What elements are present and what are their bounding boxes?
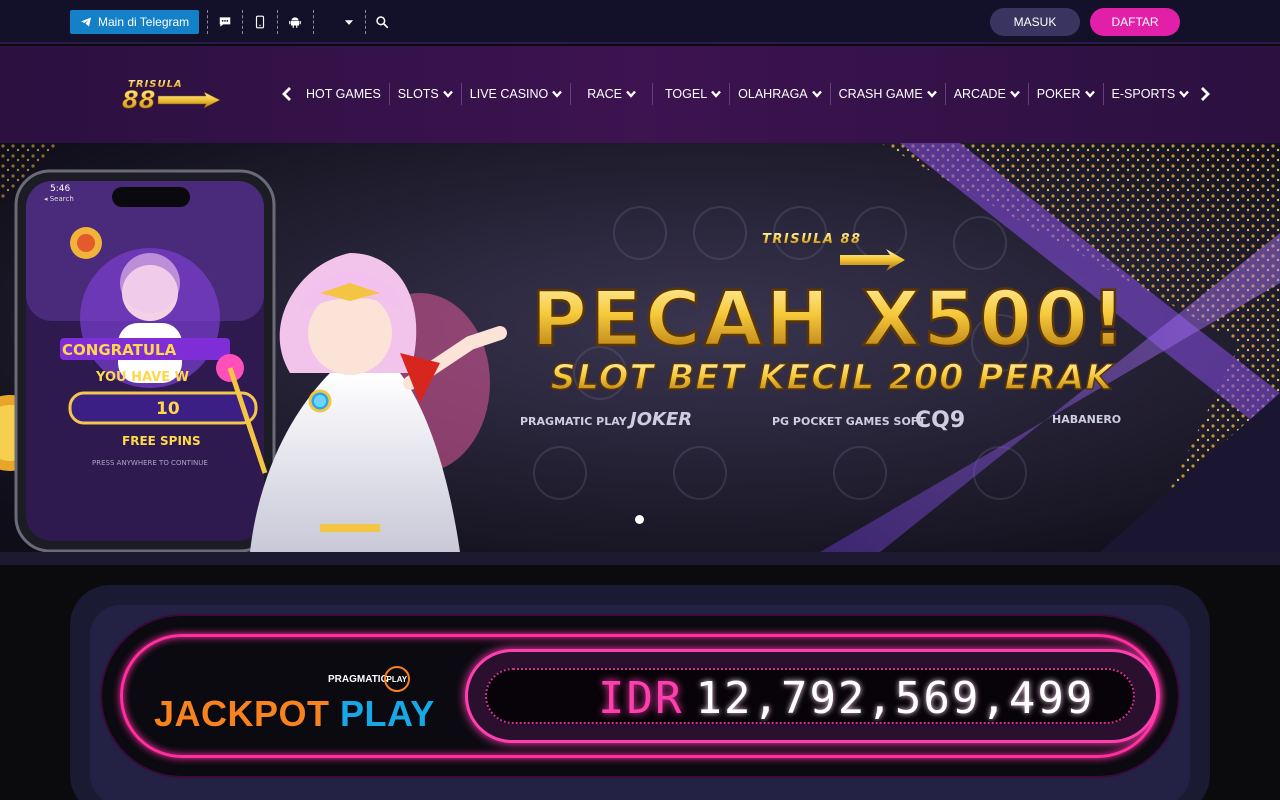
nav-item-label: OLAHRAGA [738,87,808,101]
chevron-down-icon [626,90,636,98]
divider [207,10,208,34]
chevron-down-icon [811,90,822,98]
nav-item-label: E-SPORTS [1111,87,1176,101]
provider-logo-pragmatic: PRAGMATIC PLAY [520,415,628,428]
telegram-icon [81,17,91,27]
top-bar: Main di Telegram MASUK DAFTAR [0,0,1280,44]
android-icon[interactable] [285,12,305,32]
nav-item-olahraga[interactable]: OLAHRAGA [730,83,831,105]
svg-text:88: 88 [122,86,155,114]
mobile-icon[interactable] [250,12,270,32]
banner-divider [0,552,1280,565]
chevron-down-icon [1084,90,1095,98]
provider-logo-cq9: CQ9 [915,408,965,433]
chevron-down-icon [442,90,453,98]
jackpot-title-part2: PLAY [340,693,435,734]
nav-item-live-casino[interactable]: LIVE CASINO [462,83,572,105]
nav-item-hot-games[interactable]: HOT GAMES [298,83,390,105]
nav-item-togel[interactable]: TOGEL [653,83,731,105]
nav-menu: HOT GAMES SLOTS LIVE CASINO RACE TOGEL O… [298,76,1197,112]
pragmatic-badge-ring: PLAY [383,666,410,692]
phone-time: 5:46 [50,184,70,194]
nav-item-e-sports[interactable]: E-SPORTS [1104,83,1198,105]
phone-free-spins-text: FREE SPINS [122,434,201,448]
chevron-down-icon [1179,90,1190,98]
nav-item-label: LIVE CASINO [469,87,549,101]
phone-back-label: ◂ Search [44,195,74,203]
nav-item-arcade[interactable]: ARCADE [946,83,1029,105]
pragmatic-badge-text: PRAGMATIC [328,673,388,685]
jackpot-title: JACKPOT PLAY [154,693,435,735]
jackpot-amount: IDR 12,792,569,499 [598,673,1094,724]
divider [277,10,278,34]
pragmatic-play-badge: PRAGMATIC PLAY [328,666,410,692]
banner-headline: PECAH X500! [531,274,1128,363]
phone-you-have-text: YOU HAVE W [95,370,189,385]
provider-logo-joker: JOKER [627,409,692,430]
banner-subheadline: SLOT BET KECIL 200 PERAK [551,358,1116,398]
login-button[interactable]: MASUK [990,8,1080,36]
nav-item-race[interactable]: RACE [571,83,654,105]
jackpot-currency: IDR [598,673,684,724]
nav-item-slots[interactable]: SLOTS [390,83,462,105]
search-icon[interactable] [372,12,392,32]
nav-item-poker[interactable]: POKER [1029,83,1104,105]
chat-icon[interactable] [215,12,235,32]
nav-item-label: CRASH GAME [838,87,923,101]
dropdown-icon[interactable] [339,12,359,32]
nav-item-label: RACE [587,87,623,101]
divider [365,10,366,34]
phone-congrats-text: CONGRATULA [62,341,177,359]
jackpot-title-part1: JACKPOT [154,693,330,734]
divider [242,10,243,34]
promo-banner[interactable]: 5:46 ◂ Search CONGRATULA YOU HAVE W 10 F… [0,143,1280,552]
banner-artwork: 5:46 ◂ Search CONGRATULA YOU HAVE W 10 F… [0,143,1280,552]
site-logo[interactable]: TRISULA 88 [118,74,222,114]
chevron-down-icon [552,90,563,98]
nav-item-label: SLOTS [397,87,439,101]
nav-next-arrow-icon[interactable] [1198,84,1212,104]
nav-item-label: TOGEL [665,87,708,101]
chevron-down-icon [926,90,937,98]
nav-item-label: ARCADE [953,87,1006,101]
main-nav: TRISULA 88 HOT GAMES SLOTS LIVE CASINO R… [0,46,1280,143]
jackpot-value: 12,792,569,499 [695,673,1095,724]
carousel-dot[interactable] [635,515,644,524]
nav-prev-arrow-icon[interactable] [280,84,294,104]
banner-brand: TRISULA 88 [762,232,862,247]
phone-press-anywhere-text: PRESS ANYWHERE TO CONTINUE [92,459,208,467]
nav-item-label: HOT GAMES [306,87,381,101]
nav-item-crash-game[interactable]: CRASH GAME [831,83,946,105]
telegram-button[interactable]: Main di Telegram [70,10,200,34]
chevron-down-icon [711,90,722,98]
phone-spins-number: 10 [156,399,180,419]
telegram-button-label: Main di Telegram [98,15,190,29]
chevron-down-icon [1009,90,1020,98]
provider-logo-habanero: HABANERO [1052,413,1121,426]
divider [313,10,314,34]
provider-logo-pg: PG POCKET GAMES SOFT [772,415,926,428]
register-button[interactable]: DAFTAR [1090,8,1180,36]
nav-item-label: POKER [1036,87,1081,101]
